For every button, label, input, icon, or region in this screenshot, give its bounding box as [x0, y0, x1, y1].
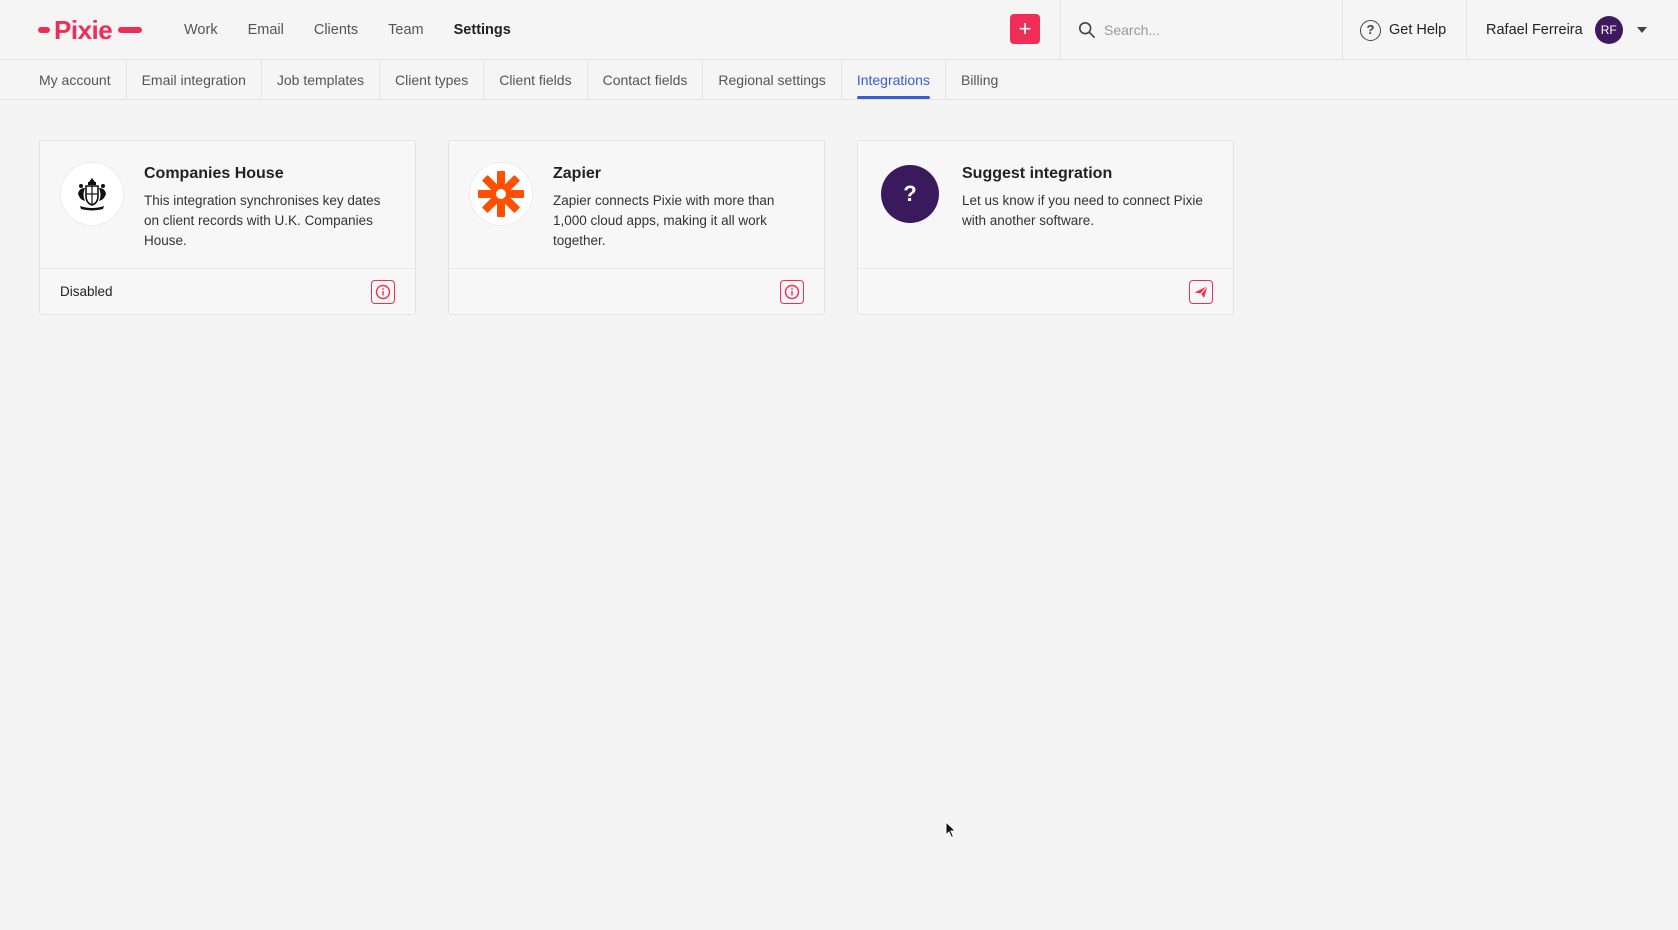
question-mark-icon: ? [881, 165, 939, 223]
card-title: Suggest integration [962, 165, 1113, 182]
integration-cards: Companies House This integration synchro… [39, 140, 1234, 315]
status-text: Disabled [60, 284, 113, 299]
tab-client-types[interactable]: Client types [380, 60, 485, 99]
info-icon[interactable] [780, 280, 804, 304]
royal-crest-icon [60, 162, 124, 226]
card-footer [858, 269, 1233, 315]
card-footer: Disabled [40, 269, 415, 315]
nav-item-team[interactable]: Team [388, 22, 423, 38]
integration-card-suggest: ? Suggest integration Let us know if you… [857, 140, 1234, 315]
nav-item-settings[interactable]: Settings [454, 22, 511, 38]
user-name: Rafael Ferreira [1486, 22, 1583, 38]
tab-client-fields[interactable]: Client fields [484, 60, 588, 99]
card-description: Zapier connects Pixie with more than 1,0… [553, 193, 775, 248]
search-input[interactable] [1104, 22, 1304, 38]
tab-contact-fields[interactable]: Contact fields [588, 60, 704, 99]
info-icon[interactable] [371, 280, 395, 304]
get-help-label: Get Help [1389, 22, 1447, 38]
search-icon [1078, 21, 1096, 39]
tab-job-templates[interactable]: Job templates [262, 60, 381, 99]
tab-integrations[interactable]: Integrations [842, 60, 946, 99]
card-title: Zapier [553, 165, 602, 182]
tab-billing[interactable]: Billing [946, 60, 1013, 99]
main-nav: Work Email Clients Team Settings [184, 0, 541, 60]
caret-down-icon [1636, 27, 1647, 33]
header-divider [1466, 0, 1467, 60]
logo-bar-left [38, 27, 50, 33]
user-menu[interactable]: Rafael Ferreira RF [1486, 15, 1647, 45]
logo-bar-right [118, 27, 143, 33]
add-new-button[interactable]: + [1010, 14, 1040, 44]
zapier-asterisk-icon [469, 162, 533, 226]
card-body: ? Suggest integration Let us know if you… [858, 141, 1233, 269]
search-box[interactable] [1078, 16, 1318, 44]
help-circle-icon: ? [1360, 19, 1381, 41]
pixie-logo[interactable]: Pixie [38, 14, 143, 46]
logo-text: Pixie [54, 14, 113, 45]
nav-item-work[interactable]: Work [184, 22, 218, 38]
card-footer [449, 269, 824, 315]
question-mark-glyph: ? [903, 181, 917, 206]
send-icon[interactable] [1189, 280, 1213, 304]
card-title: Companies House [144, 165, 284, 182]
get-help-button[interactable]: ? Get Help [1360, 18, 1446, 42]
integration-card-zapier: Zapier Zapier connects Pixie with more t… [448, 140, 825, 315]
settings-tabs: My account Email integration Job templat… [0, 60, 1678, 100]
card-body: Companies House This integration synchro… [40, 141, 415, 269]
nav-item-clients[interactable]: Clients [314, 22, 358, 38]
mouse-cursor-icon [945, 821, 957, 839]
tab-email-integration[interactable]: Email integration [127, 60, 262, 99]
tab-my-account[interactable]: My account [24, 60, 127, 99]
avatar: RF [1594, 16, 1623, 44]
card-body: Zapier Zapier connects Pixie with more t… [449, 141, 824, 269]
tab-regional-settings[interactable]: Regional settings [703, 60, 842, 99]
integration-card-companies-house: Companies House This integration synchro… [39, 140, 416, 315]
nav-item-email[interactable]: Email [248, 22, 284, 38]
header-divider [1060, 0, 1061, 60]
header-divider [1342, 0, 1343, 60]
top-bar: Pixie Work Email Clients Team Settings +… [0, 0, 1678, 60]
card-description: This integration synchronises key dates … [144, 193, 381, 248]
card-description: Let us know if you need to connect Pixie… [962, 193, 1203, 228]
